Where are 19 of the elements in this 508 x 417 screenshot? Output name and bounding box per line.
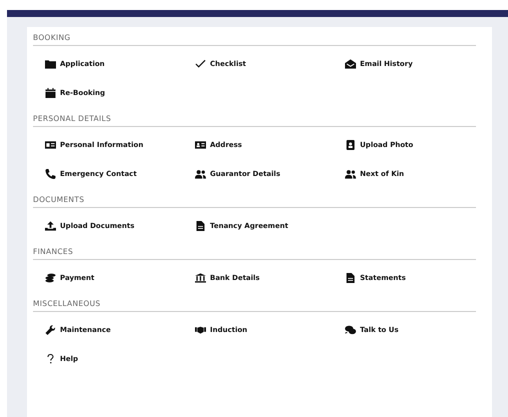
- address-card-icon: [195, 140, 206, 150]
- comments-icon: [345, 324, 356, 334]
- calendar-icon: [45, 88, 56, 98]
- portrait-icon: [345, 140, 356, 150]
- file-icon: [345, 272, 356, 282]
- envelope-icon: [345, 58, 356, 68]
- upload-icon: [45, 220, 56, 230]
- wrench-icon: [45, 324, 56, 334]
- file-icon: [195, 220, 206, 230]
- phone-icon: [45, 168, 56, 178]
- folder-icon: [45, 58, 56, 68]
- coins-icon: [45, 272, 56, 282]
- bank-icon: [195, 272, 206, 282]
- check-icon: [195, 58, 206, 68]
- users-icon: [195, 168, 206, 178]
- handshake-icon: [195, 324, 206, 334]
- question-icon: [45, 354, 56, 364]
- users-icon: [345, 168, 356, 178]
- id-card-icon: [45, 140, 56, 150]
